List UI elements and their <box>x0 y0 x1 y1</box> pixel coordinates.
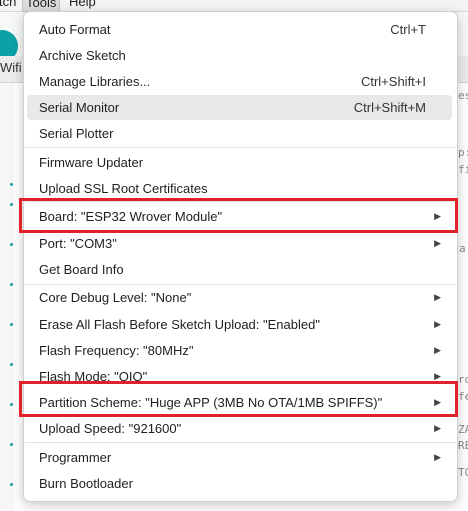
code-fragment: p: <box>458 146 468 159</box>
highlight-box-partition-scheme <box>19 381 458 417</box>
menu-help[interactable]: Help <box>66 0 99 10</box>
menu-item-manage-libraries[interactable]: Manage Libraries... Ctrl+Shift+I <box>27 69 452 94</box>
menu-item-label: Port: "COM3" <box>39 236 117 251</box>
menu-item-shortcut: Ctrl+Shift+M <box>353 100 426 115</box>
submenu-arrow-icon: ▶ <box>434 292 441 302</box>
menu-item-port[interactable]: Port: "COM3" ▶ <box>27 231 452 256</box>
code-fragment: fe <box>458 390 468 403</box>
editor-gutter <box>0 83 14 511</box>
menu-item-shortcut: Ctrl+T <box>390 22 426 37</box>
menu-separator <box>25 147 456 148</box>
sketch-tab[interactable]: Wifi <box>0 60 22 75</box>
menu-item-shortcut: Ctrl+Shift+I <box>360 74 426 89</box>
menu-item-serial-monitor[interactable]: Serial Monitor Ctrl+Shift+M <box>27 95 452 120</box>
menu-item-label: Core Debug Level: "None" <box>39 290 192 305</box>
menu-item-auto-format[interactable]: Auto Format Ctrl+T <box>27 17 452 42</box>
menu-item-label: Erase All Flash Before Sketch Upload: "E… <box>39 317 320 332</box>
menu-item-label: Burn Bootloader <box>39 476 133 491</box>
menu-item-label: Serial Monitor <box>39 100 120 115</box>
menu-item-core-debug-level[interactable]: Core Debug Level: "None" ▶ <box>27 285 452 310</box>
code-fragment: esp <box>458 89 468 102</box>
code-fragment: TO <box>458 466 468 479</box>
submenu-arrow-icon: ▶ <box>434 345 441 355</box>
menu-item-label: Serial Plotter <box>39 126 114 141</box>
menu-item-label: Get Board Info <box>39 262 124 277</box>
menu-item-burn-bootloader[interactable]: Burn Bootloader <box>27 471 452 496</box>
menu-item-archive-sketch[interactable]: Archive Sketch <box>27 43 452 68</box>
code-fragment: ZA <box>458 423 468 436</box>
submenu-arrow-icon: ▶ <box>434 423 441 433</box>
menu-item-label: Flash Frequency: "80MHz" <box>39 343 194 358</box>
code-fragment: ro <box>458 373 468 386</box>
menu-item-label: Firmware Updater <box>39 155 144 170</box>
highlight-box-board <box>19 198 458 233</box>
menu-item-label: Auto Format <box>39 22 111 37</box>
menu-item-upload-speed[interactable]: Upload Speed: "921600" ▶ <box>27 416 452 441</box>
menu-item-erase-all-flash[interactable]: Erase All Flash Before Sketch Upload: "E… <box>27 312 452 337</box>
menu-sketch[interactable]: tch <box>0 0 19 10</box>
menu-item-label: Programmer <box>39 450 112 465</box>
code-fragment: RE <box>458 439 468 452</box>
submenu-arrow-icon: ▶ <box>434 238 441 248</box>
submenu-arrow-icon: ▶ <box>434 319 441 329</box>
tools-menu: Auto Format Ctrl+T Archive Sketch Manage… <box>23 11 458 502</box>
menu-item-label: Archive Sketch <box>39 48 126 63</box>
menu-item-get-board-info[interactable]: Get Board Info <box>27 257 452 282</box>
menu-item-firmware-updater[interactable]: Firmware Updater <box>27 150 452 175</box>
menu-item-label: Upload Speed: "921600" <box>39 421 182 436</box>
code-fragment: a <box>459 242 466 255</box>
menu-item-flash-frequency[interactable]: Flash Frequency: "80MHz" ▶ <box>27 338 452 363</box>
menu-item-serial-plotter[interactable]: Serial Plotter <box>27 121 452 146</box>
menu-item-programmer[interactable]: Programmer ▶ <box>27 445 452 470</box>
code-fragment: fil <box>458 163 468 176</box>
menu-separator <box>25 442 456 443</box>
menu-item-label: Manage Libraries... <box>39 74 151 89</box>
submenu-arrow-icon: ▶ <box>434 452 441 462</box>
